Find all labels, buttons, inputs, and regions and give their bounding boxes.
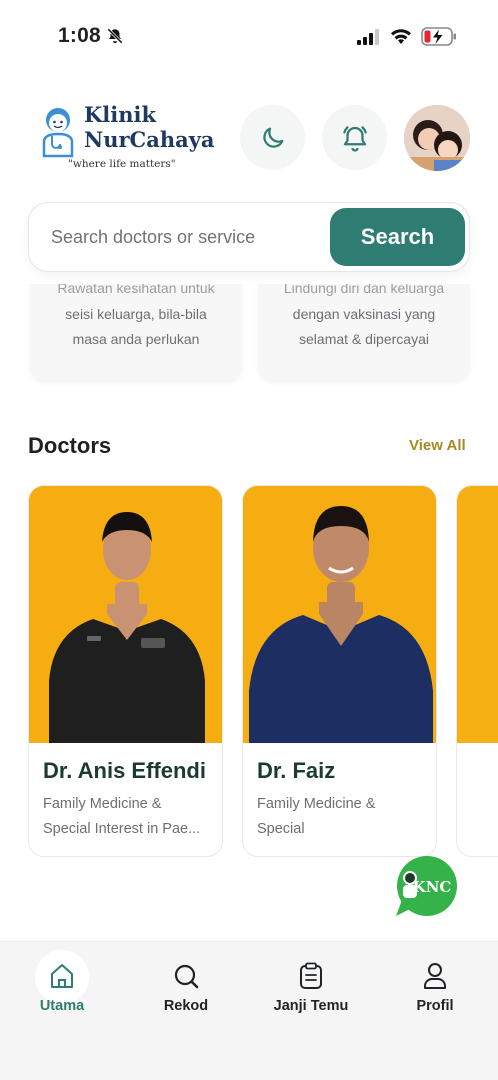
notifications-button[interactable] <box>322 105 387 170</box>
signal-icon <box>357 29 379 45</box>
service-text: masa anda perlukan <box>72 331 200 347</box>
chat-fab-label: KNC <box>413 878 452 896</box>
chat-bubble-icon: KNC <box>396 856 457 916</box>
nav-item-profil[interactable]: Profil <box>385 942 485 1022</box>
service-text: selamat & dipercayai <box>299 331 429 347</box>
bell-icon <box>342 125 367 152</box>
doctor-photo <box>457 486 498 743</box>
specialty-line: Family Medicine & <box>43 796 162 812</box>
doctor-card[interactable]: Dr. Anis Effendi Family Medicine & Speci… <box>28 485 223 857</box>
service-text: dengan vaksinasi yang <box>292 306 436 322</box>
clipboard-icon <box>300 962 322 989</box>
status-time: 1:08 <box>58 24 101 47</box>
doctor-mascot-icon <box>42 108 74 158</box>
user-avatar[interactable] <box>404 105 470 171</box>
brand-tagline: "where life matters" <box>68 158 176 170</box>
status-bar: 1:08 <box>0 0 498 74</box>
doctor-specialty: Family Medicine & Special <box>257 792 427 842</box>
clinic-logo[interactable]: Klinik NurCahaya "where life matters" <box>38 104 218 174</box>
brand-name-line1: Klinik <box>84 102 157 127</box>
doctor-photo <box>29 486 222 743</box>
doctor-specialty: Family Medicine & Special Interest in Pa… <box>43 792 213 842</box>
section-title-doctors: Doctors <box>28 433 112 458</box>
bell-slash-icon <box>107 28 123 44</box>
nav-label: Janji Temu <box>273 998 349 1014</box>
nav-item-janji-temu[interactable]: Janji Temu <box>261 942 361 1022</box>
wifi-icon <box>391 29 411 44</box>
search-bar: Search <box>28 202 470 272</box>
chat-fab-button[interactable]: KNC <box>394 856 458 918</box>
nav-item-rekod[interactable]: Rekod <box>136 942 236 1022</box>
doctor-photo <box>243 486 436 743</box>
app-screen: Rawatan kesihatan untuk seisi keluarga, … <box>0 0 498 1080</box>
specialty-line: Special <box>257 821 305 837</box>
avatar-photo <box>404 105 470 171</box>
view-all-doctors-link[interactable]: View All <box>409 437 466 454</box>
battery-charging-icon <box>421 27 456 46</box>
service-text: seisi keluarga, bila-bila <box>65 306 207 322</box>
bottom-navigation: Utama Rekod Janji Temu Profil <box>0 941 498 1080</box>
doctor-card[interactable]: Dr. Faiz Family Medicine & Special <box>242 485 437 857</box>
user-icon <box>424 963 446 989</box>
home-icon <box>51 964 73 988</box>
search-button[interactable]: Search <box>330 208 465 266</box>
nav-label: Profil <box>416 998 454 1014</box>
search-record-icon <box>174 964 199 989</box>
nav-label: Rekod <box>163 998 209 1014</box>
theme-toggle-button[interactable] <box>240 105 305 170</box>
doctor-card-partial[interactable] <box>456 485 498 857</box>
nav-item-utama[interactable]: Utama <box>12 942 112 1022</box>
brand-name-line2: NurCahaya <box>84 127 215 152</box>
moon-icon <box>262 127 283 148</box>
doctor-name: Dr. Anis Effendi <box>43 758 206 783</box>
search-input[interactable] <box>51 203 321 271</box>
specialty-line: Family Medicine & <box>257 796 376 812</box>
nav-label: Utama <box>39 998 85 1014</box>
specialty-line: Special Interest in Pae... <box>43 821 201 837</box>
doctor-name: Dr. Faiz <box>257 758 336 783</box>
